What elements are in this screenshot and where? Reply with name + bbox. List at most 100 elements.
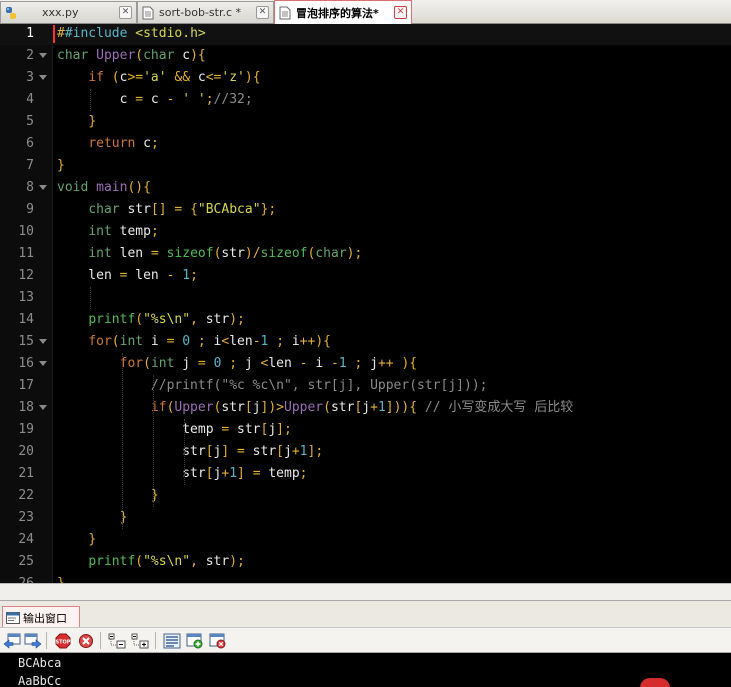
code-line[interactable]: 18 if(Upper(str[j])>Upper(str[j+1])){ //… bbox=[0, 397, 731, 419]
code-line[interactable]: 17 //printf("%c %c\n", str[j], Upper(str… bbox=[0, 375, 731, 397]
code-line[interactable]: 8 void main(){ bbox=[0, 177, 731, 199]
code-text: return c; bbox=[57, 133, 158, 155]
code-line[interactable]: 14 printf("%s\n", str); bbox=[0, 309, 731, 331]
code-token: str bbox=[197, 554, 230, 569]
code-line[interactable]: 26} bbox=[0, 573, 731, 583]
toolbar-separator bbox=[100, 632, 101, 649]
output-next-button[interactable] bbox=[23, 631, 43, 650]
tab-sort-bob-str[interactable]: sort-bob-str.c * ✕ bbox=[137, 1, 274, 23]
code-text: } bbox=[57, 155, 65, 177]
code-token: int bbox=[88, 224, 112, 239]
code-line[interactable]: 7} bbox=[0, 155, 731, 177]
output-window-icon bbox=[6, 611, 20, 624]
code-line[interactable]: 23 } bbox=[0, 507, 731, 529]
code-line[interactable]: 16 for(int j = 0 ; j <len - i -1 ; j++ )… bbox=[0, 353, 731, 375]
code-line[interactable]: 20 str[j] = str[j+1]; bbox=[0, 441, 731, 463]
code-token: ; bbox=[354, 246, 363, 261]
code-token: printf bbox=[88, 312, 136, 327]
code-token: >= bbox=[127, 70, 144, 85]
document-icon bbox=[142, 6, 154, 19]
expand-button[interactable] bbox=[130, 631, 150, 650]
list-view-button[interactable] bbox=[162, 631, 182, 650]
code-line[interactable]: 6 return c; bbox=[0, 133, 731, 155]
tab-xxx-py[interactable]: xxx.py ✕ bbox=[0, 1, 137, 23]
code-line[interactable]: 3 if (c>='a' && c<='z'){ bbox=[0, 67, 731, 89]
code-line[interactable]: 12 len = len - 1; bbox=[0, 265, 731, 287]
fold-toggle-icon[interactable] bbox=[39, 361, 47, 366]
clear-output-button[interactable] bbox=[208, 631, 228, 650]
code-token: len bbox=[127, 268, 167, 283]
fold-toggle-icon[interactable] bbox=[39, 53, 47, 58]
code-line[interactable]: 9 char str[] = {"BCAbca"}; bbox=[0, 199, 731, 221]
code-line[interactable]: 5 } bbox=[0, 111, 731, 133]
collapse-button[interactable] bbox=[107, 631, 127, 650]
output-console[interactable]: BCAbca AaBbCc bbox=[0, 653, 731, 687]
code-line[interactable]: 19 temp = str[j]; bbox=[0, 419, 731, 441]
code-token: ; bbox=[190, 268, 198, 283]
code-line[interactable]: 24 } bbox=[0, 529, 731, 551]
code-token: i bbox=[284, 334, 300, 349]
cancel-button[interactable] bbox=[76, 631, 96, 650]
stop-button[interactable]: STOP bbox=[53, 631, 73, 650]
code-line[interactable]: 11 int len = sizeof(str)/sizeof(char); bbox=[0, 243, 731, 265]
code-token: j bbox=[252, 400, 261, 415]
add-panel-button[interactable] bbox=[185, 631, 205, 650]
code-token: { bbox=[197, 48, 206, 63]
code-token: c bbox=[143, 92, 167, 107]
fold-toggle-icon[interactable] bbox=[39, 339, 47, 344]
code-line[interactable]: 4 c = c - ' ';//32; bbox=[0, 89, 731, 111]
fold-toggle-icon[interactable] bbox=[39, 75, 47, 80]
code-token: str bbox=[221, 400, 245, 415]
code-token: sizeof bbox=[260, 246, 308, 261]
code-line[interactable]: 21 str[j+1] = temp; bbox=[0, 463, 731, 485]
close-icon[interactable]: ✕ bbox=[256, 6, 269, 19]
code-token: Upper bbox=[96, 48, 136, 63]
code-token: ( bbox=[111, 70, 120, 85]
line-number: 14 bbox=[18, 312, 34, 327]
indent-guide bbox=[153, 375, 155, 507]
code-token: } bbox=[57, 158, 65, 173]
horizontal-scrollbar[interactable] bbox=[0, 583, 731, 600]
code-token: str bbox=[197, 312, 230, 327]
code-line[interactable]: 10 int temp; bbox=[0, 221, 731, 243]
stop-icon: STOP bbox=[55, 633, 71, 648]
code-token: 'a' bbox=[143, 70, 167, 85]
code-token: //printf("%c %c\n", str[j], Upper(str[j]… bbox=[150, 378, 488, 393]
code-line[interactable]: 25 printf("%s\n", str); bbox=[0, 551, 731, 573]
fold-toggle-icon[interactable] bbox=[39, 405, 47, 410]
close-icon[interactable]: ✕ bbox=[394, 6, 407, 19]
code-line[interactable]: 22 } bbox=[0, 485, 731, 507]
code-token: int bbox=[119, 334, 144, 349]
close-icon[interactable]: ✕ bbox=[119, 6, 132, 19]
code-token: len bbox=[111, 246, 151, 261]
tab-output-window[interactable]: 输出窗口 bbox=[2, 606, 80, 628]
code-line[interactable]: 1 ##include <stdio.h> bbox=[0, 24, 731, 45]
output-prev-button[interactable] bbox=[2, 631, 22, 650]
code-editor[interactable]: 1 ##include <stdio.h> 2 char Upper(char c){… bbox=[0, 24, 731, 583]
code-token: str bbox=[229, 422, 261, 437]
code-line[interactable]: 15 for(int i = 0 ; i<len-1 ; i++){ bbox=[0, 331, 731, 353]
line-number: 11 bbox=[18, 246, 34, 261]
code-token: ; bbox=[237, 554, 245, 569]
line-number: 25 bbox=[18, 554, 34, 569]
fold-toggle-icon[interactable] bbox=[39, 185, 47, 190]
code-text: len = len - 1; bbox=[57, 265, 198, 287]
line-number: 1 bbox=[26, 26, 34, 41]
code-token: ( bbox=[135, 48, 144, 63]
code-line[interactable]: 2 char Upper(char c){ bbox=[0, 45, 731, 67]
code-token: return bbox=[88, 136, 136, 151]
code-line[interactable]: 13 bbox=[0, 287, 731, 309]
code-token: Upper bbox=[174, 400, 214, 415]
code-token: len bbox=[268, 356, 300, 371]
tab-bubble-sort[interactable]: 冒泡排序的算法* ✕ bbox=[274, 0, 412, 24]
code-text: printf("%s\n", str); bbox=[57, 551, 245, 573]
